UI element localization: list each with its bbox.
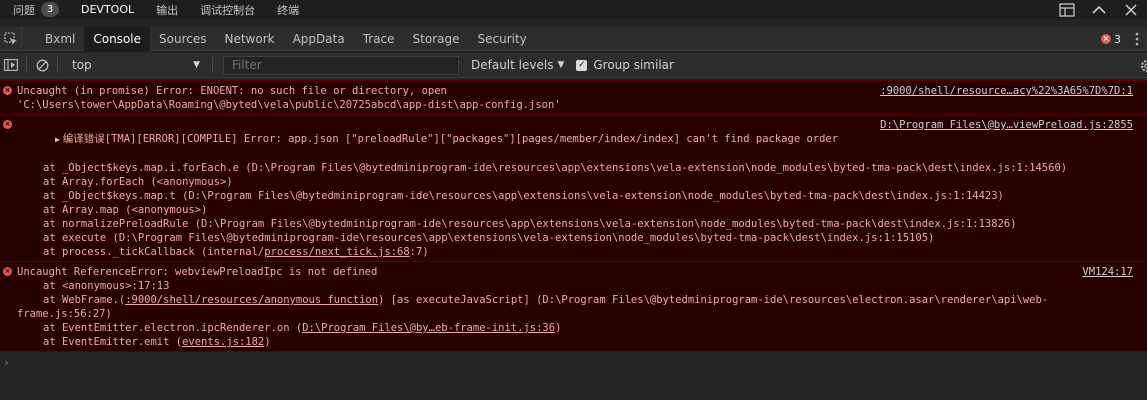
log-levels-label: Default levels [471, 58, 554, 72]
error-icon: × [3, 86, 12, 95]
tab-appdata[interactable]: AppData [284, 27, 354, 51]
panel-tab-label: 调试控制台 [200, 3, 256, 17]
stack-frame: at Array.forEach (<anonymous>) [43, 176, 233, 188]
stack-frame-link[interactable]: D:\Program Files\@by…eb-frame-init.js:36 [302, 322, 555, 334]
gear-icon[interactable] [1135, 53, 1147, 78]
stack-frame: at Array.map (<anonymous>) [43, 204, 208, 216]
error-count-indicator[interactable]: × 3 [1101, 27, 1121, 51]
stack-frame-text: ) [as executeJavaScript] (D:\Program Fil… [378, 294, 1049, 306]
stack-frame-link[interactable]: process/next_tick.js:68 [264, 246, 409, 258]
console-toolbar: top ▼ Default levels ▼ ✓ Group similar [0, 53, 1147, 78]
console-error-message: × D:\Program Files\@by…viewPreload.js:28… [0, 115, 1147, 262]
chevron-up-icon[interactable] [1083, 0, 1115, 19]
expand-triangle-icon[interactable]: ▶ [55, 133, 60, 147]
message-source-link[interactable]: VM124:17 [1082, 265, 1133, 279]
panel-tab-debug-console[interactable]: 调试控制台 [187, 0, 264, 19]
message-source-link[interactable]: :9000/shell/resource…acy%22%3A65%7D%7D:1 [880, 84, 1133, 98]
tab-storage[interactable]: Storage [404, 27, 469, 51]
toolbar-divider [57, 57, 58, 73]
panel-tab-label: 问题 [13, 3, 35, 17]
console-error-message: × VM124:17 Uncaught ReferenceError: webv… [0, 262, 1147, 352]
dropdown-caret-icon: ▼ [193, 60, 200, 70]
stack-frame-text: at WebFrame.( [43, 294, 126, 306]
message-source-link[interactable]: D:\Program Files\@by…viewPreload.js:2855 [880, 118, 1133, 132]
tab-console[interactable]: Console [84, 26, 150, 51]
tab-bxml[interactable]: Bxml [36, 27, 84, 51]
compile-error-prefix: 编译错误 [62, 133, 105, 145]
sidebar-toggle-icon[interactable] [0, 53, 22, 78]
stack-frame-text: :7) [409, 246, 429, 258]
tab-trace[interactable]: Trace [354, 27, 404, 51]
panel-tab-output[interactable]: 输出 [143, 0, 187, 19]
message-text: [TMA][ERROR][COMPILE] Error: app.json ["… [104, 133, 839, 145]
stack-frame-text: ) [555, 322, 562, 334]
context-selector[interactable]: top ▼ [62, 56, 208, 75]
dropdown-caret-icon: ▼ [557, 60, 565, 70]
stack-frame: at process._tickCallback (internal/proce… [17, 245, 1141, 259]
checkbox-checked-icon[interactable]: ✓ [576, 59, 588, 71]
stack-frame: at _Object$keys.map.i.forEach.e (D:\Prog… [43, 162, 1068, 174]
stack-frame: at execute (D:\Program Files\@bytedminip… [43, 232, 935, 244]
clear-console-icon[interactable] [31, 53, 53, 78]
devtools-tab-bar: Bxml Console Sources Network AppData Tra… [0, 26, 1147, 51]
tab-network[interactable]: Network [215, 27, 283, 51]
layout-panel-icon[interactable] [1051, 0, 1083, 19]
stack-frame: at WebFrame.(:9000/shell/resources/anony… [17, 293, 1141, 307]
panel-tab-label: DEVTOOL [81, 3, 135, 16]
console-prompt[interactable]: › [0, 352, 1147, 373]
stack-frame-text: at process._tickCallback (internal/ [43, 246, 265, 258]
filter-input[interactable] [223, 55, 459, 75]
stack-frame-link[interactable]: events.js:182 [182, 336, 264, 348]
stack-frame: at EventEmitter.electron.ipcRenderer.on … [17, 321, 1141, 335]
stack-frame-link[interactable]: :9000/shell/resources/anonymous function [125, 294, 378, 306]
message-text: 'C:\Users\tower\AppData\Roaming\@byted\v… [17, 99, 561, 111]
error-icon: × [3, 267, 12, 276]
panel-tab-bar: 问题 3 DEVTOOL 输出 调试控制台 终端 [0, 0, 1147, 19]
stack-frame: at normalizePreloadRule (D:\Program File… [43, 218, 1017, 230]
stack-frame: at _Object$keys.map.t (D:\Program Files\… [43, 190, 1004, 202]
message-text: Uncaught ReferenceError: webviewPreloadI… [17, 266, 378, 278]
panel-tab-problems[interactable]: 问题 3 [0, 0, 68, 19]
panel-tab-label: 终端 [277, 3, 300, 17]
stack-frame: at <anonymous>:17:13 [43, 280, 170, 292]
error-count: 3 [1114, 32, 1121, 46]
problems-count-badge: 3 [41, 2, 59, 17]
tab-sources[interactable]: Sources [150, 27, 215, 51]
stack-frame-text: ) [264, 336, 271, 348]
stack-frame-text: at EventEmitter.electron.ipcRenderer.on … [43, 322, 303, 334]
error-icon: × [1101, 34, 1111, 44]
context-value: top [72, 58, 92, 72]
error-icon: × [3, 120, 12, 129]
stack-frame-wrap: frame.js:56:27) [17, 308, 112, 320]
stack-frame-text: at EventEmitter.emit ( [43, 336, 183, 348]
toolbar-divider [212, 57, 213, 73]
more-options-icon[interactable] [1135, 27, 1139, 51]
toolbar-divider [26, 57, 27, 73]
console-output: × :9000/shell/resource…acy%22%3A65%7D%7D… [0, 80, 1147, 400]
group-similar-toggle[interactable]: ✓ Group similar [576, 58, 674, 72]
group-similar-label: Group similar [593, 58, 674, 72]
inspect-element-icon[interactable] [0, 26, 22, 51]
close-icon[interactable] [1115, 0, 1147, 19]
log-levels-dropdown[interactable]: Default levels ▼ [471, 58, 564, 72]
panel-tab-terminal[interactable]: 终端 [264, 0, 308, 19]
tab-security[interactable]: Security [468, 27, 535, 51]
stack-frame: at EventEmitter.emit (events.js:182) [17, 335, 1141, 349]
panel-tab-devtool[interactable]: DEVTOOL [68, 0, 143, 19]
prompt-chevron-icon: › [3, 356, 10, 369]
panel-tab-label: 输出 [156, 3, 179, 17]
console-error-message: × :9000/shell/resource…acy%22%3A65%7D%7D… [0, 80, 1147, 115]
